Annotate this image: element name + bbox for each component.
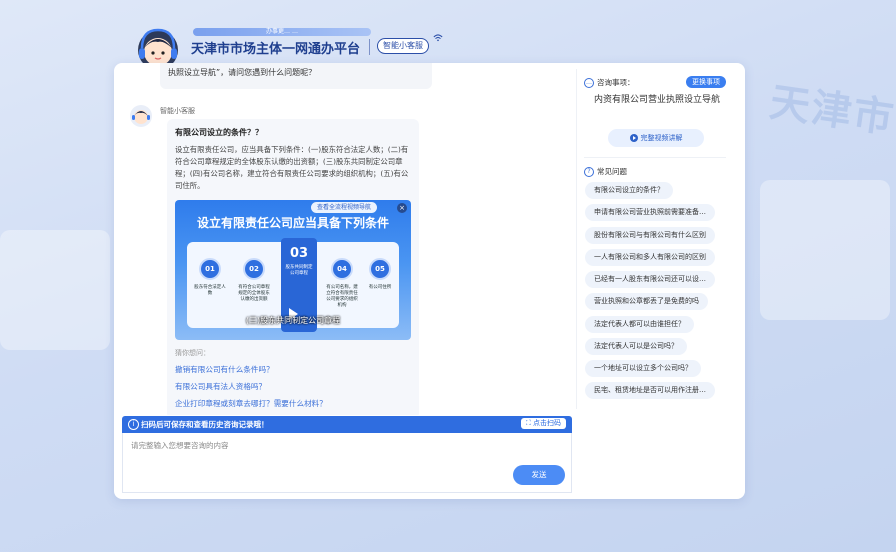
consult-title: … 咨询事项：: [584, 77, 635, 88]
full-video-label: 完整视频讲解: [640, 134, 683, 142]
step-text: 有公司住所: [368, 285, 392, 290]
answer-question: 有限公司设立的条件？？: [175, 128, 263, 137]
wifi-icon: [433, 34, 443, 42]
step-text: 有公司名称，建立符合有限责任公司要求的组织机构: [326, 285, 358, 308]
message-input[interactable]: [129, 440, 513, 451]
chat-bubble-icon: …: [584, 78, 594, 88]
step-text: 股东符合法定人数: [194, 285, 226, 296]
suggested-question-link[interactable]: 企业打印章程或刻章去哪打？需要什么材料？: [175, 398, 411, 409]
chat-history[interactable]: 执照设立导航”，请问您遇到什么问题呢？ 智能小客服 有限公司设立的条件？？ 设立…: [122, 63, 574, 415]
bot-avatar-icon: [132, 110, 150, 124]
suggested-question-link[interactable]: 有限公司具有法人资格吗？: [175, 381, 411, 392]
play-circle-icon: [629, 134, 638, 142]
info-icon: i: [128, 419, 139, 430]
scan-qr-button[interactable]: ⛶ 点击扫码: [520, 418, 566, 429]
faq-title: ? 常见问题: [584, 166, 627, 177]
faq-title-label: 常见问题: [597, 167, 627, 176]
consult-item: 内资有限公司营业执照设立导航: [594, 95, 721, 105]
change-item-button[interactable]: 更换事项: [686, 76, 726, 88]
guess-label: 猜你想问：: [175, 349, 210, 357]
chat-panel: 执照设立导航”，请问您遇到什么问题呢？ 智能小客服 有限公司设立的条件？？ 设立…: [114, 63, 745, 499]
step-number: 03: [289, 246, 309, 261]
step-text: 有符合公司章程规定的全体股东认缴的出资额: [238, 285, 270, 302]
step-number: 04: [331, 258, 353, 280]
step-number: 02: [243, 258, 265, 280]
answer-body: 设立有限责任公司，应当具备下列条件：(一)股东符合法定人数；(二)有符合公司章程…: [175, 145, 409, 190]
video-flow-nav-tag[interactable]: 查看全流程视频导航: [311, 202, 378, 213]
message-input-area: 发送: [122, 433, 572, 493]
answer-bubble: 有限公司设立的条件？？ 设立有限责任公司，应当具备下列条件：(一)股东符合法定人…: [167, 119, 419, 415]
background-card-left: [0, 230, 110, 350]
video-subtitle: (三)股东共同制定公司章程: [245, 316, 341, 325]
scan-notice-bar: i 扫码后可保存和查看历史咨询记录哦！ ⛶ 点击扫码: [122, 416, 572, 433]
faq-item[interactable]: 已经有一人股东有限公司还可以设…: [585, 271, 715, 288]
faq-item[interactable]: 法定代表人都可以由谁担任？: [585, 316, 694, 333]
consult-sidebar: … 咨询事项： 更换事项 内资有限公司营业执照设立导航 完整视频讲解 ? 常见问题 …: [578, 63, 738, 493]
step-4: 04 有公司名称，建立符合有限责任公司要求的组织机构: [325, 258, 359, 309]
service-badge: 智能小客服: [377, 38, 429, 54]
scan-notice-text: 扫码后可保存和查看历史咨询记录哦！: [141, 420, 269, 429]
faq-item[interactable]: 有限公司设立的条件？: [585, 182, 673, 199]
sidebar-divider: [584, 157, 726, 158]
step-5: 05 有公司住所: [363, 258, 397, 291]
video-heading: 设立有限责任公司应当具备下列条件: [196, 216, 389, 230]
full-video-button[interactable]: 完整视频讲解: [608, 129, 704, 147]
video-close-icon[interactable]: ×: [397, 203, 407, 213]
step-number: 01: [199, 258, 221, 280]
answer-video[interactable]: 查看全流程视频导航 × 设立有限责任公司应当具备下列条件 01 股东符合法定人数…: [175, 200, 411, 340]
faq-item[interactable]: 法定代表人可以是公司吗？: [585, 338, 687, 355]
scan-icon: ⛶: [525, 419, 531, 427]
faq-item[interactable]: 一个地址可以设立多个公司吗？: [585, 360, 701, 377]
faq-item[interactable]: 股份有限公司与有限公司有什么区别: [585, 227, 715, 244]
step-text: 股东共同制定公司章程: [285, 265, 313, 276]
header-slogan: 办事更… …: [193, 28, 371, 36]
step-2: 02 有符合公司章程规定的全体股东认缴的出资额: [237, 258, 271, 303]
consult-title-label: 咨询事项：: [597, 78, 635, 87]
step-number: 05: [369, 258, 391, 280]
bot-name: 智能小客服: [160, 107, 195, 115]
app-header: 办事更… … 天津市市场主体一网通办平台 智能小客服: [133, 24, 453, 74]
title-divider: [369, 39, 370, 55]
background-watermark: 天津市: [766, 80, 896, 142]
question-icon: ?: [584, 167, 594, 177]
faq-item[interactable]: 营业执照和公章都丢了是免费的吗: [585, 293, 708, 310]
panel-divider: [576, 69, 577, 409]
step-1: 01 股东符合法定人数: [193, 258, 227, 297]
send-button[interactable]: 发送: [513, 465, 565, 485]
faq-item[interactable]: 申请有限公司营业执照前需要准备…: [585, 204, 715, 221]
bot-avatar: [130, 105, 152, 127]
previous-message: 执照设立导航”，请问您遇到什么问题呢？: [160, 63, 432, 89]
platform-title: 天津市市场主体一网通办平台: [191, 41, 361, 56]
scan-button-label: 点击扫码: [533, 419, 561, 427]
faq-item[interactable]: 一人有限公司和多人有限公司的区别: [585, 249, 715, 266]
suggested-question-link[interactable]: 撤销有限公司有什么条件吗？: [175, 364, 411, 375]
faq-item[interactable]: 民宅、租赁地址是否可以用作注册…: [585, 382, 715, 399]
background-card-right: [760, 180, 890, 320]
